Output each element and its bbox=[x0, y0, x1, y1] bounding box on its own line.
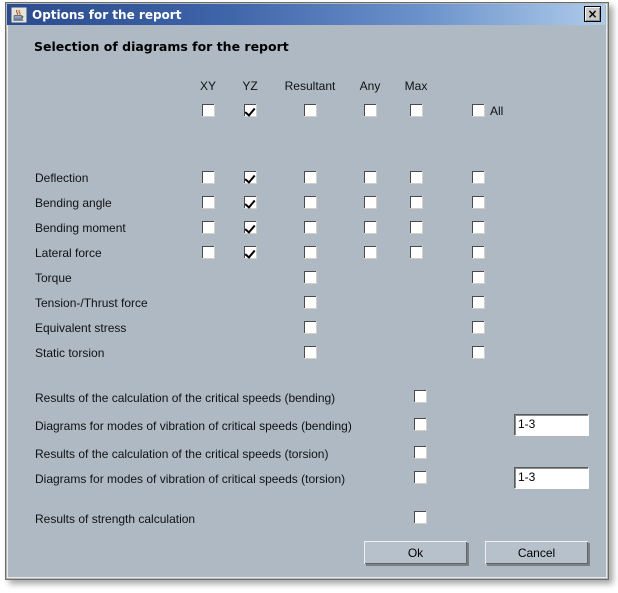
page-title: Selection of diagrams for the report bbox=[34, 39, 289, 54]
checkbox-all-row-7[interactable] bbox=[472, 346, 485, 359]
row-label: Static torsion bbox=[35, 346, 105, 360]
checkbox-all-row-3[interactable] bbox=[472, 246, 485, 259]
java-coffee-cup-icon bbox=[10, 6, 28, 23]
mode-range-input-crit-speeds-torsion-diagrams[interactable] bbox=[514, 467, 588, 488]
checkbox-all-row-0[interactable] bbox=[472, 171, 485, 184]
row-label: Deflection bbox=[35, 171, 89, 185]
row-label: Equivalent stress bbox=[35, 321, 127, 335]
row-label: Lateral force bbox=[35, 246, 102, 260]
checkbox-resultant-row-4[interactable] bbox=[304, 271, 317, 284]
checkbox-all-row-4[interactable] bbox=[472, 271, 485, 284]
checkbox-resultant-row-6[interactable] bbox=[304, 321, 317, 334]
checkbox-resultant-row-0[interactable] bbox=[304, 171, 317, 184]
column-header-yz: YZ bbox=[242, 79, 258, 93]
option-label-crit-speeds-bending-diagrams: Diagrams for modes of vibration of criti… bbox=[35, 419, 352, 433]
dialog-window: Options for the report × Selection of di… bbox=[5, 2, 609, 580]
checkbox-all-row-6[interactable] bbox=[472, 321, 485, 334]
option-label-crit-speeds-bending-results: Results of the calculation of the critic… bbox=[35, 391, 336, 405]
row-label: Bending moment bbox=[35, 221, 126, 235]
row-label: Bending angle bbox=[35, 196, 112, 210]
option-label-crit-speeds-torsion-results: Results of the calculation of the critic… bbox=[35, 447, 329, 461]
header-checkbox-resultant[interactable] bbox=[304, 104, 317, 117]
checkbox-max-row-2[interactable] bbox=[410, 221, 423, 234]
checkbox-resultant-row-1[interactable] bbox=[304, 196, 317, 209]
checkbox-yz-row-2[interactable] bbox=[244, 221, 257, 234]
checkbox-xy-row-2[interactable] bbox=[202, 221, 215, 234]
checkbox-yz-row-3[interactable] bbox=[244, 246, 257, 259]
checkbox-xy-row-1[interactable] bbox=[202, 196, 215, 209]
checkbox-all-row-1[interactable] bbox=[472, 196, 485, 209]
title-bar: Options for the report × bbox=[7, 4, 605, 25]
header-checkbox-all[interactable] bbox=[472, 104, 485, 117]
option-label-strength-calc-results: Results of strength calculation bbox=[35, 512, 196, 526]
checkbox-any-row-3[interactable] bbox=[364, 246, 377, 259]
header-checkbox-yz[interactable] bbox=[244, 104, 257, 117]
mode-range-input-crit-speeds-bending-diagrams[interactable] bbox=[514, 414, 588, 435]
checkbox-xy-row-3[interactable] bbox=[202, 246, 215, 259]
dialog-content: Selection of diagrams for the report XY Y… bbox=[8, 25, 606, 577]
checkbox-resultant-row-5[interactable] bbox=[304, 296, 317, 309]
header-checkbox-max[interactable] bbox=[410, 104, 423, 117]
checkbox-all-row-2[interactable] bbox=[472, 221, 485, 234]
checkbox-all-row-5[interactable] bbox=[472, 296, 485, 309]
window-title: Options for the report bbox=[32, 7, 182, 22]
checkbox-any-row-2[interactable] bbox=[364, 221, 377, 234]
close-icon[interactable]: × bbox=[584, 6, 601, 22]
checkbox-any-row-0[interactable] bbox=[364, 171, 377, 184]
checkbox-resultant-row-3[interactable] bbox=[304, 246, 317, 259]
checkbox-yz-row-0[interactable] bbox=[244, 171, 257, 184]
all-column-label: All bbox=[490, 104, 504, 118]
cancel-button[interactable]: Cancel bbox=[485, 541, 588, 564]
checkbox-xy-row-0[interactable] bbox=[202, 171, 215, 184]
column-header-max: Max bbox=[404, 79, 428, 93]
header-checkbox-any[interactable] bbox=[364, 104, 377, 117]
row-label: Tension-/Thrust force bbox=[35, 296, 148, 310]
column-header-resultant: Resultant bbox=[284, 79, 336, 93]
checkbox-resultant-row-2[interactable] bbox=[304, 221, 317, 234]
option-label-crit-speeds-torsion-diagrams: Diagrams for modes of vibration of criti… bbox=[35, 472, 346, 486]
checkbox-max-row-1[interactable] bbox=[410, 196, 423, 209]
option-checkbox-crit-speeds-bending-diagrams[interactable] bbox=[414, 418, 427, 431]
option-checkbox-crit-speeds-torsion-diagrams[interactable] bbox=[414, 471, 427, 484]
option-checkbox-crit-speeds-bending-results[interactable] bbox=[414, 390, 427, 403]
checkbox-yz-row-1[interactable] bbox=[244, 196, 257, 209]
checkbox-max-row-3[interactable] bbox=[410, 246, 423, 259]
header-checkbox-xy[interactable] bbox=[202, 104, 215, 117]
checkbox-resultant-row-7[interactable] bbox=[304, 346, 317, 359]
option-checkbox-strength-calc-results[interactable] bbox=[414, 511, 427, 524]
ok-button[interactable]: Ok bbox=[364, 541, 467, 564]
checkbox-max-row-0[interactable] bbox=[410, 171, 423, 184]
checkbox-any-row-1[interactable] bbox=[364, 196, 377, 209]
row-label: Torque bbox=[35, 271, 72, 285]
option-checkbox-crit-speeds-torsion-results[interactable] bbox=[414, 446, 427, 459]
